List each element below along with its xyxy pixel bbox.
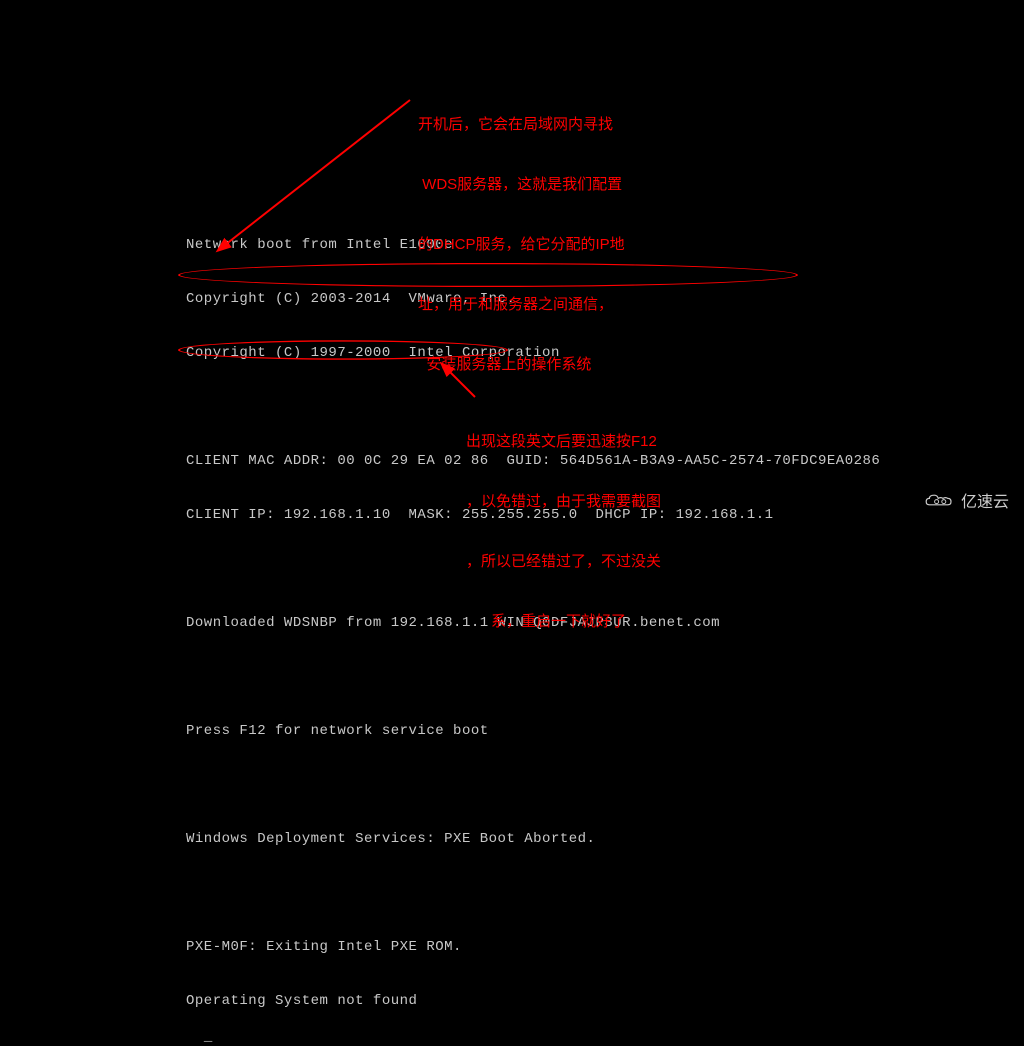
os-not-found-line: Operating System not found — [186, 992, 880, 1010]
pxe-exit-line: PXE-M0F: Exiting Intel PXE ROM. — [186, 938, 880, 956]
press-f12-line: Press F12 for network service boot — [186, 722, 880, 740]
annotation-line: 出现这段英文后要迅速按F12 — [466, 432, 661, 452]
annotation-line: 的DHCP服务，给它分配的IP地 — [418, 235, 625, 255]
cloud-icon — [923, 490, 955, 510]
highlight-ellipse-f12 — [178, 340, 508, 360]
highlight-ellipse-ip — [178, 263, 798, 287]
watermark-text: 亿速云 — [961, 488, 1009, 512]
annotation-line: WDS服务器，这就是我们配置 — [418, 175, 625, 195]
annotation-line: ，以免错过，由于我需要截图 — [466, 492, 661, 512]
annotation-line: 址，用于和服务器之间通信， — [418, 295, 625, 315]
annotation-line: ，所以已经错过了，不过没关 — [466, 552, 661, 572]
annotation-bottom: 出现这段英文后要迅速按F12 ，以免错过，由于我需要截图 ，所以已经错过了，不过… — [466, 392, 661, 652]
wds-aborted-line: Windows Deployment Services: PXE Boot Ab… — [186, 830, 880, 848]
terminal-cursor: _ — [204, 1028, 213, 1046]
watermark: 亿速云 — [923, 488, 1009, 512]
annotation-line: 安装服务器上的操作系统 — [418, 355, 625, 375]
annotation-line: 系，重启一下就好了 — [466, 612, 661, 632]
annotation-line: 开机后，它会在局域网内寻找 — [418, 115, 625, 135]
